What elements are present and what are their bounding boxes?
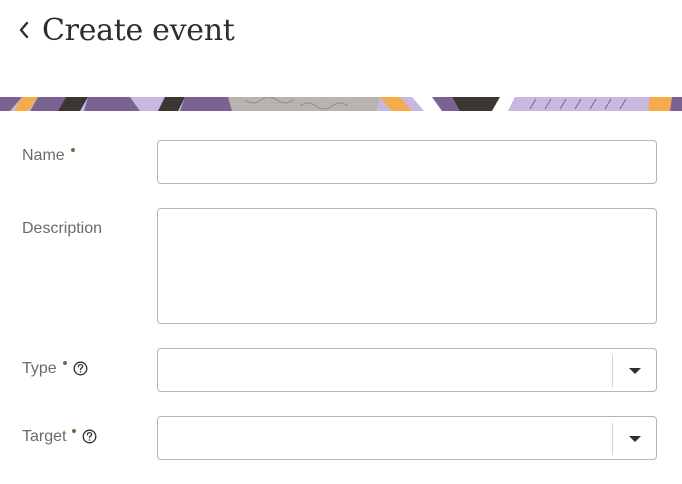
name-input[interactable]	[157, 140, 657, 184]
required-indicator	[62, 361, 67, 365]
type-field-row: Type	[0, 348, 682, 392]
select-divider	[612, 423, 613, 455]
page-title: Create event	[42, 12, 235, 48]
target-label: Target	[22, 428, 67, 445]
required-indicator	[70, 148, 75, 152]
name-label-group: Name	[22, 147, 75, 165]
name-field-row: Name	[0, 140, 682, 184]
chevron-left-icon	[18, 20, 30, 40]
back-button[interactable]	[18, 12, 38, 48]
description-textarea[interactable]	[157, 208, 657, 324]
decorative-banner	[0, 97, 682, 111]
type-label: Type	[22, 360, 57, 377]
target-label-group: Target	[22, 428, 97, 446]
select-divider	[612, 355, 613, 387]
question-circle-icon[interactable]	[82, 429, 97, 444]
page-header: Create event	[18, 10, 235, 50]
target-field-row: Target	[0, 416, 682, 460]
target-select[interactable]	[157, 416, 657, 460]
create-event-page: Create event Name Description Type Targe…	[0, 0, 682, 484]
question-circle-icon[interactable]	[73, 361, 88, 376]
type-label-group: Type	[22, 360, 88, 378]
caret-down-icon[interactable]	[628, 367, 642, 375]
required-indicator	[72, 429, 77, 433]
caret-down-icon[interactable]	[628, 435, 642, 443]
description-label-group: Description	[22, 220, 102, 238]
type-select[interactable]	[157, 348, 657, 392]
description-field-row: Description	[0, 208, 682, 324]
description-label: Description	[22, 220, 103, 237]
name-label: Name	[22, 147, 65, 164]
